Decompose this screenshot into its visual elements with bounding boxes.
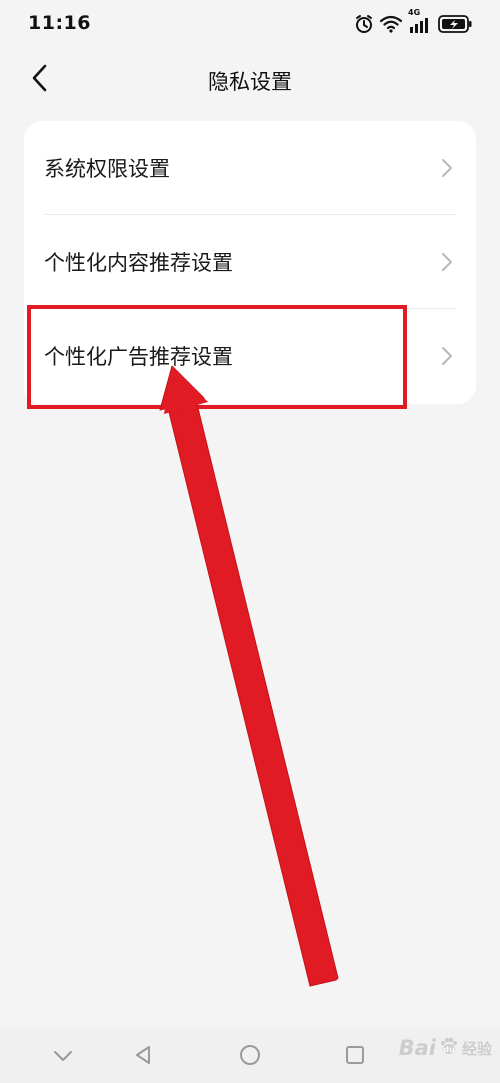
nav-back-button[interactable]	[128, 1042, 158, 1072]
status-time: 11:16	[28, 12, 91, 34]
home-circle-icon	[238, 1043, 262, 1071]
chevron-right-icon	[440, 345, 454, 367]
wifi-icon	[380, 15, 402, 33]
settings-item-label: 个性化广告推荐设置	[44, 345, 233, 369]
chevron-right-icon	[440, 251, 454, 273]
settings-item-personalized-ads[interactable]: 个性化广告推荐设置	[24, 309, 476, 403]
settings-item-label: 个性化内容推荐设置	[44, 251, 233, 275]
header: 隐私设置	[0, 48, 500, 112]
settings-item-system-permissions[interactable]: 系统权限设置	[24, 121, 476, 215]
collapse-button[interactable]	[48, 1042, 78, 1072]
recents-square-icon	[344, 1044, 366, 1070]
nav-home-button[interactable]	[235, 1042, 265, 1072]
watermark: Bai du 经验	[399, 1035, 492, 1061]
alarm-icon	[354, 14, 374, 34]
status-icons: 4G	[354, 8, 472, 36]
settings-item-label: 系统权限设置	[44, 157, 170, 181]
chevron-down-icon	[52, 1048, 74, 1067]
back-triangle-icon	[132, 1044, 154, 1070]
chevron-right-icon	[440, 157, 454, 179]
watermark-suffix: 经验	[461, 1039, 492, 1058]
page-title: 隐私设置	[208, 70, 292, 94]
paw-icon: du	[438, 1035, 460, 1061]
status-bar: 11:16 4G	[0, 0, 500, 48]
watermark-brand: Bai	[398, 1036, 436, 1060]
settings-card: 系统权限设置 个性化内容推荐设置 个性化广告推荐设置	[24, 121, 476, 404]
svg-text:du: du	[443, 1045, 455, 1054]
nav-recents-button[interactable]	[340, 1042, 370, 1072]
signal-icon: 4G	[408, 8, 432, 34]
settings-item-personalized-content[interactable]: 个性化内容推荐设置	[24, 215, 476, 309]
battery-charging-icon	[438, 15, 472, 33]
